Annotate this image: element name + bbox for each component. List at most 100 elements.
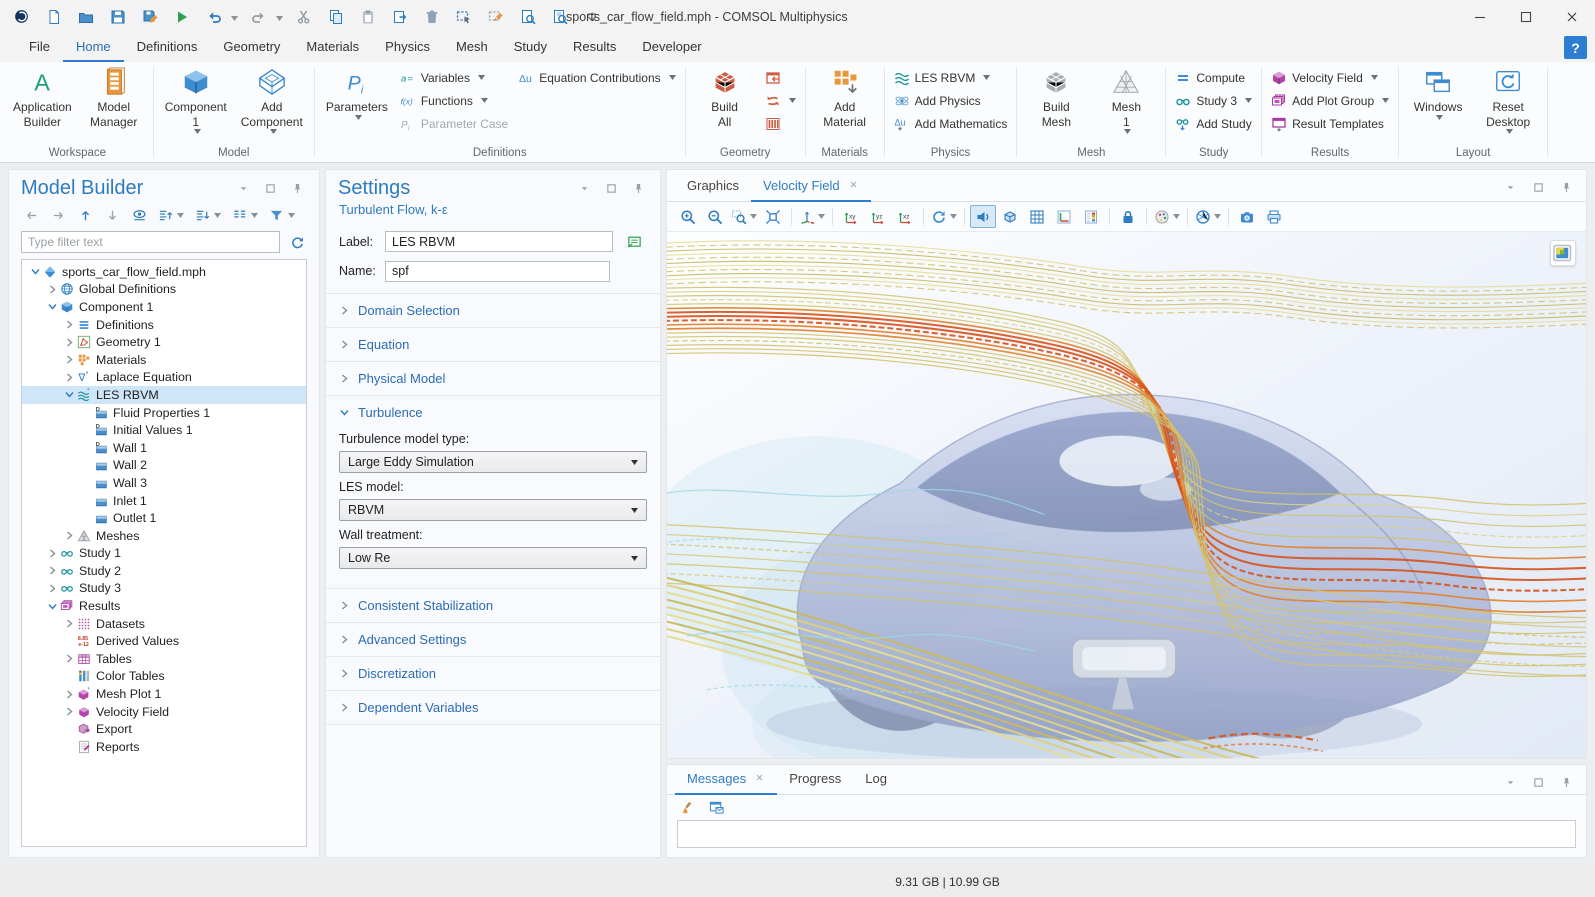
tree-item-materials[interactable]: Materials [22, 351, 306, 369]
save-button[interactable] [106, 5, 129, 28]
view-xy-button[interactable]: xy [838, 205, 864, 228]
panel-pin-button[interactable] [628, 179, 648, 198]
tree-item-derived-values[interactable]: 8.85e-12Derived Values [22, 632, 306, 650]
zoom-out-button[interactable] [702, 205, 728, 228]
rotate-button[interactable] [929, 205, 959, 228]
panel-max-button[interactable] [1528, 178, 1548, 197]
tree-expand-chevron[interactable] [62, 355, 76, 364]
messages-output[interactable] [677, 820, 1576, 848]
panel-pin-button[interactable] [1556, 773, 1576, 792]
lock-button[interactable] [1115, 205, 1141, 228]
section-header[interactable]: Dependent Variables [326, 691, 660, 724]
scene-light-button[interactable] [970, 205, 996, 228]
tree-expand-chevron[interactable] [62, 690, 76, 699]
ribbon-tab-geometry[interactable]: Geometry [210, 34, 293, 62]
panel-pin-button[interactable] [287, 179, 307, 198]
tree-item-datasets[interactable]: Datasets [22, 615, 306, 633]
ribbon-tab-study[interactable]: Study [501, 34, 560, 62]
ribbon-tab-mesh[interactable]: Mesh [443, 34, 501, 62]
delete-button[interactable] [420, 5, 443, 28]
add-study-button[interactable]: Add Study [1171, 113, 1256, 134]
expand-all-button[interactable] [156, 206, 186, 225]
filter-input[interactable] [21, 231, 280, 253]
windows-button[interactable]: Windows [1404, 64, 1472, 121]
tab-close-icon[interactable] [848, 178, 859, 193]
app-logo-button[interactable] [10, 5, 33, 28]
tree-item-wall-1[interactable]: DWall 1 [22, 439, 306, 457]
ribbon-tab-definitions[interactable]: Definitions [124, 34, 211, 62]
tree-item-study-1[interactable]: Study 1 [22, 545, 306, 563]
panel-pin-button[interactable] [1556, 178, 1576, 197]
tree-item-global-definitions[interactable]: Global Definitions [22, 281, 306, 299]
tree-expand-chevron[interactable] [45, 549, 59, 558]
tree-item-component-1[interactable]: Component 1 [22, 298, 306, 316]
tree-expand-chevron[interactable] [45, 285, 59, 294]
clear-selection-button[interactable] [484, 5, 507, 28]
broom-button[interactable] [677, 798, 697, 817]
select-frame-button[interactable] [452, 5, 475, 28]
label-input[interactable] [385, 231, 613, 252]
filter-button[interactable] [267, 206, 297, 225]
ribbon-tab-materials[interactable]: Materials [293, 34, 372, 62]
plot-window-icon[interactable] [1550, 240, 1576, 266]
geo-partition-button[interactable] [761, 113, 800, 134]
tree-collapse-chevron[interactable] [45, 302, 59, 311]
compute-button[interactable]: Compute [1171, 67, 1256, 88]
graphics-tab-graphics[interactable]: Graphics [675, 172, 751, 202]
tree-expand-chevron[interactable] [62, 619, 76, 628]
ribbon-tab-physics[interactable]: Physics [372, 34, 443, 62]
zoom-box-button[interactable] [729, 205, 759, 228]
build-all-button[interactable]: Build All [691, 64, 759, 130]
redo-dropdown[interactable] [273, 8, 283, 26]
tree-expand-chevron[interactable] [62, 320, 76, 329]
open-button[interactable] [74, 5, 97, 28]
help-button[interactable]: ? [1564, 36, 1587, 59]
tree-item-tables[interactable]: Tables [22, 650, 306, 668]
messages-tab-log[interactable]: Log [853, 765, 899, 795]
tree-collapse-chevron[interactable] [62, 390, 76, 399]
tree-item-export[interactable]: Export [22, 720, 306, 738]
add-mathematics-button[interactable]: ΔuAdd Mathematics [890, 113, 1012, 134]
section-header[interactable]: Physical Model [326, 362, 660, 395]
panel-max-button[interactable] [601, 179, 621, 198]
tree-collapse-chevron[interactable] [45, 602, 59, 611]
copy-button[interactable] [324, 5, 347, 28]
build-mesh-button[interactable]: Build Mesh [1022, 64, 1090, 130]
color-legend-button[interactable] [1078, 205, 1104, 228]
tree-item-velocity-field[interactable]: Velocity Field [22, 703, 306, 721]
parameters-button[interactable]: PiParameters [320, 64, 394, 121]
select-turbulence-model-type[interactable]: Large Eddy Simulation [339, 451, 647, 473]
tree-collapse-chevron[interactable] [28, 267, 42, 276]
panel-dd-button[interactable] [1500, 178, 1520, 197]
geo-rebuild-button[interactable] [761, 90, 800, 111]
collapse-all-button[interactable] [193, 206, 223, 225]
variables-button[interactable]: a=Variables [396, 67, 512, 88]
tab-close-icon[interactable] [754, 771, 765, 786]
grid-button[interactable] [1024, 205, 1050, 228]
panel-max-button[interactable] [260, 179, 280, 198]
tree-item-outlet-1[interactable]: Outlet 1 [22, 509, 306, 527]
axis-box-button[interactable] [1051, 205, 1077, 228]
table-mail-button[interactable] [706, 798, 726, 817]
select-les-model[interactable]: RBVM [339, 499, 647, 521]
geo-import-button[interactable] [761, 67, 800, 88]
panel-dd-button[interactable] [233, 179, 253, 198]
panel-dd-button[interactable] [574, 179, 594, 198]
zoom-extents-button[interactable] [760, 205, 786, 228]
minimize-button[interactable] [1457, 0, 1503, 33]
tree-expand-chevron[interactable] [62, 654, 76, 663]
reset-desktop-button[interactable]: Reset Desktop [1474, 64, 1542, 135]
palette-button[interactable] [1152, 205, 1182, 228]
move-down-button[interactable] [102, 206, 122, 225]
camera-button[interactable] [1234, 205, 1260, 228]
tree-expand-chevron[interactable] [45, 566, 59, 575]
graphics-viewport[interactable] [667, 232, 1586, 758]
zoom-in-button[interactable] [675, 205, 701, 228]
rename-button[interactable] [621, 230, 647, 254]
tree-item-laplace-equation[interactable]: ∇*Laplace Equation [22, 369, 306, 387]
run-button[interactable] [170, 5, 193, 28]
tree-item-definitions[interactable]: Definitions [22, 316, 306, 334]
tree-item-initial-values-1[interactable]: DInitial Values 1 [22, 421, 306, 439]
back-button[interactable] [21, 206, 41, 225]
tree-expand-chevron[interactable] [62, 373, 76, 382]
